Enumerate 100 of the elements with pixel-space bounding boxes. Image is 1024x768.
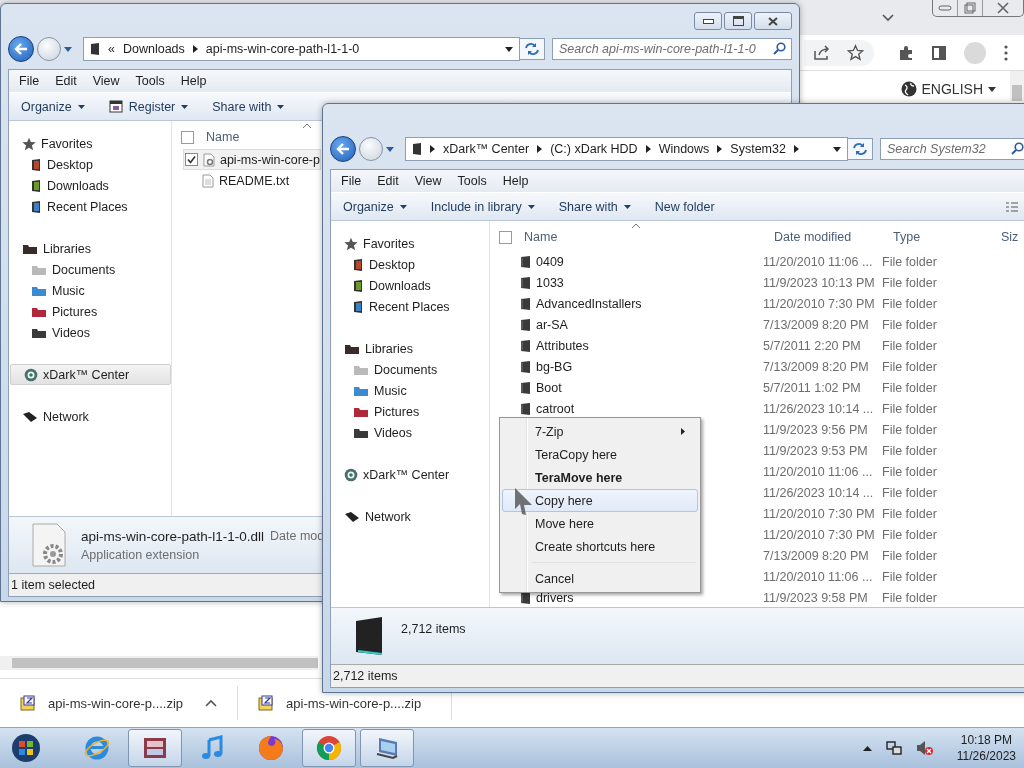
breadcrumb[interactable]: System32: [730, 142, 786, 156]
toolbar-button[interactable]: Share with: [208, 96, 289, 117]
menu-item[interactable]: TeraCopy here: [502, 443, 698, 466]
nav-item[interactable]: Pictures: [331, 401, 489, 422]
file-name[interactable]: api-ms-win-core-p: [219, 152, 320, 167]
menu-item[interactable]: 7-Zip: [502, 420, 698, 443]
taskbar-button[interactable]: [360, 729, 414, 767]
toolbar-button[interactable]: Share with: [554, 196, 635, 217]
language-button[interactable]: ENGLISH: [900, 81, 996, 97]
back-button[interactable]: [330, 136, 356, 162]
nav-item[interactable]: Videos: [331, 422, 489, 443]
column-header[interactable]: Date modified: [774, 230, 893, 244]
breadcrumb-arrow-icon[interactable]: [537, 145, 543, 153]
file-name[interactable]: Boot: [536, 380, 562, 395]
horizontal-scrollbar[interactable]: [0, 656, 318, 670]
menu-item[interactable]: Copy here: [502, 489, 698, 512]
nav-item[interactable]: Network: [9, 406, 171, 427]
share-icon[interactable]: [813, 44, 831, 61]
breadcrumb[interactable]: xDark™ Center: [443, 142, 530, 156]
nav-item[interactable]: xDark™ Center: [10, 364, 171, 385]
file-name[interactable]: drivers: [536, 590, 574, 605]
toolbar-button[interactable]: Include in library: [426, 196, 539, 217]
file-name[interactable]: 0409: [536, 254, 564, 269]
recent-pages-caret-icon[interactable]: [64, 46, 72, 52]
menu-item[interactable]: File: [333, 174, 370, 188]
menu-item[interactable]: View: [84, 74, 128, 88]
column-header[interactable]: Name: [206, 130, 316, 144]
chevron-up-icon[interactable]: [205, 699, 218, 707]
menu-item[interactable]: Create shortcuts here: [502, 535, 698, 558]
nav-item[interactable]: Downloads: [331, 275, 489, 296]
nav-item[interactable]: Libraries: [9, 238, 171, 259]
address-bar[interactable]: xDark™ Center (C:) xDark HDD Windows System32: [405, 137, 848, 161]
toolbar-button[interactable]: Organize: [339, 196, 411, 217]
file-name[interactable]: 1033: [536, 275, 564, 290]
nav-item[interactable]: Favorites: [331, 233, 489, 254]
breadcrumb[interactable]: Downloads: [122, 42, 185, 56]
breadcrumb-arrow-icon[interactable]: [645, 145, 651, 153]
search-icon[interactable]: [773, 42, 786, 55]
tab-list-icon[interactable]: [882, 14, 894, 22]
nav-item[interactable]: Desktop: [9, 154, 171, 175]
nav-item[interactable]: Videos: [9, 322, 171, 343]
nav-item[interactable]: Documents: [331, 359, 489, 380]
breadcrumb-arrow-icon[interactable]: [192, 45, 198, 53]
file-name[interactable]: catroot: [536, 401, 575, 416]
checkbox[interactable]: [185, 153, 198, 166]
clock-button[interactable]: 10:18 PM 11/26/2023: [956, 732, 1016, 764]
sidebar-icon[interactable]: [932, 45, 946, 60]
refresh-button[interactable]: [519, 38, 545, 60]
menu-item[interactable]: File: [11, 74, 48, 88]
selected-row[interactable]: api-ms-win-core-p: [183, 149, 321, 170]
select-all-checkbox[interactable]: [181, 130, 194, 144]
menu-item[interactable]: Tools: [449, 174, 495, 188]
column-header[interactable]: Siz: [1001, 230, 1019, 244]
search-icon[interactable]: [1011, 142, 1024, 155]
address-bar[interactable]: « Downloads api-ms-win-core-path-l1-1-0: [83, 37, 520, 61]
back-button[interactable]: [8, 36, 34, 62]
menu-item[interactable]: View: [406, 174, 450, 188]
nav-item[interactable]: Libraries: [331, 338, 489, 359]
star-icon[interactable]: [847, 44, 864, 61]
muted-speaker-icon[interactable]: [915, 740, 934, 756]
address-bar[interactable]: [804, 39, 874, 66]
nav-item[interactable]: Favorites: [9, 133, 171, 154]
taskbar-button[interactable]: [302, 729, 356, 767]
recent-pages-caret-icon[interactable]: [386, 146, 394, 152]
breadcrumb-arrow-icon[interactable]: [430, 145, 435, 153]
breadcrumb[interactable]: Windows: [658, 142, 710, 156]
vertical-scrollbar[interactable]: [1010, 71, 1024, 101]
nav-item[interactable]: Pictures: [9, 301, 171, 322]
select-all-checkbox[interactable]: [499, 230, 512, 244]
menu-item[interactable]: Tools: [127, 74, 173, 88]
nav-item[interactable]: Desktop: [331, 254, 489, 275]
minimize-button[interactable]: [694, 12, 722, 30]
menu-item[interactable]: Help: [172, 74, 215, 88]
close-button[interactable]: [754, 12, 792, 30]
file-name[interactable]: bg-BG: [536, 359, 573, 374]
nav-item[interactable]: xDark™ Center: [331, 464, 489, 485]
breadcrumb-arrow-icon[interactable]: [717, 145, 723, 153]
puzzle-icon[interactable]: [898, 44, 914, 61]
refresh-button[interactable]: [847, 138, 873, 160]
nav-item[interactable]: Music: [9, 280, 171, 301]
menu-item[interactable]: Edit: [47, 74, 85, 88]
nav-item[interactable]: Recent Places: [331, 296, 489, 317]
nav-item[interactable]: Network: [331, 506, 489, 527]
nav-item[interactable]: Recent Places: [9, 196, 171, 217]
menu-item[interactable]: Cancel: [502, 567, 698, 590]
nav-item[interactable]: Downloads: [9, 175, 171, 196]
column-header[interactable]: Name: [524, 230, 774, 244]
breadcrumb[interactable]: (C:) xDark HDD: [550, 142, 638, 156]
nav-item[interactable]: Documents: [9, 259, 171, 280]
dropdown-caret-icon[interactable]: [833, 146, 841, 152]
show-hidden-icons-icon[interactable]: [862, 745, 872, 751]
nav-item[interactable]: Music: [331, 380, 489, 401]
file-name[interactable]: README.txt: [219, 173, 290, 188]
dropdown-caret-icon[interactable]: [505, 46, 513, 52]
taskbar-button[interactable]: [128, 729, 182, 767]
menu-icon[interactable]: [1004, 44, 1008, 61]
toolbar-button[interactable]: New folder: [650, 196, 719, 217]
file-name[interactable]: Attributes: [536, 338, 589, 353]
maximize-button[interactable]: [724, 12, 752, 30]
overflow-crumb[interactable]: «: [108, 42, 115, 56]
